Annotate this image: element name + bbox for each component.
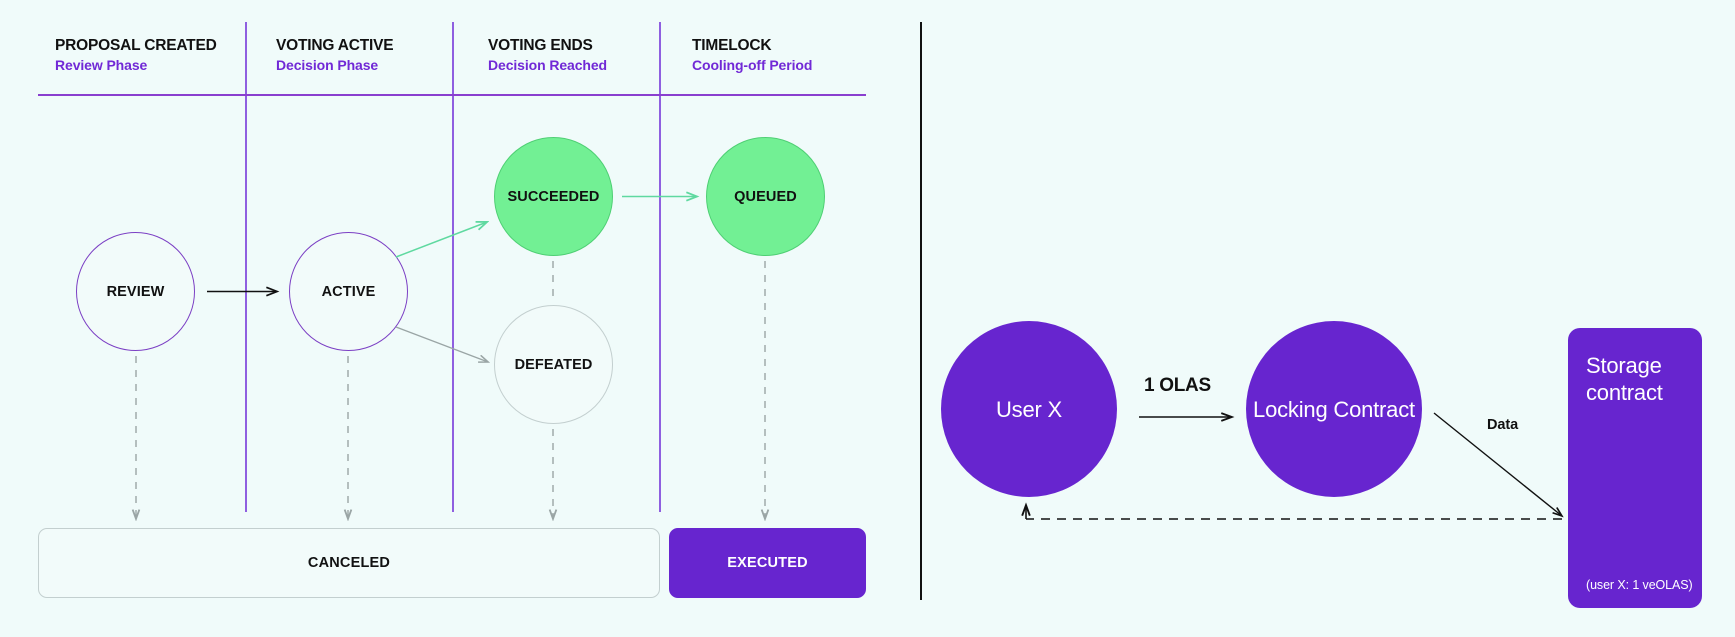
phase-title: PROPOSAL CREATED — [55, 37, 217, 54]
state-node-label: REVIEW — [106, 283, 165, 300]
edge-caption-data: Data — [1487, 417, 1519, 433]
panel-separator — [920, 22, 922, 600]
phase-header-voting-active: VOTING ACTIVE Decision Phase — [276, 36, 394, 75]
phase-header-timelock: TIMELOCK Cooling-off Period — [692, 36, 812, 75]
state-node-label: QUEUED — [734, 188, 797, 205]
phase-subtitle: Cooling-off Period — [692, 57, 813, 73]
terminal-label: CANCELED — [307, 555, 391, 571]
state-node-queued[interactable]: QUEUED — [706, 137, 825, 256]
phase-subtitle: Review Phase — [55, 57, 148, 73]
diagram-canvas: PROPOSAL CREATED Review Phase VOTING ACT… — [0, 0, 1735, 637]
terminal-label: EXECUTED — [727, 555, 808, 571]
phase-divider-2 — [452, 22, 454, 512]
state-node-label: DEFEATED — [514, 356, 593, 373]
state-node-defeated[interactable]: DEFEATED — [494, 305, 613, 424]
state-node-label: ACTIVE — [321, 283, 376, 300]
state-node-label: SUCCEEDED — [507, 188, 600, 205]
phase-header-voting-ends: VOTING ENDS Decision Reached — [488, 36, 607, 75]
phase-divider-3 — [659, 22, 661, 512]
terminal-canceled[interactable]: CANCELED — [38, 528, 660, 598]
state-node-succeeded[interactable]: SUCCEEDED — [494, 137, 613, 256]
storage-contract-footnote: (user X: 1 veOLAS) — [1586, 578, 1693, 592]
state-node-review[interactable]: REVIEW — [76, 232, 195, 351]
flow-node-storage-contract[interactable]: Storage contract (user X: 1 veOLAS) — [1568, 328, 1702, 608]
flow-node-label: Storage contract — [1586, 353, 1663, 405]
flow-node-user-x[interactable]: User X — [941, 321, 1117, 497]
phase-subtitle: Decision Reached — [488, 57, 607, 73]
state-node-active[interactable]: ACTIVE — [289, 232, 408, 351]
phase-subtitle: Decision Phase — [276, 57, 379, 73]
phase-divider-1 — [245, 22, 247, 512]
flow-node-label: Locking Contract — [1253, 396, 1415, 422]
terminal-executed[interactable]: EXECUTED — [669, 528, 866, 598]
edge-active-to-succeeded — [395, 222, 487, 258]
phase-title: VOTING ACTIVE — [276, 37, 394, 54]
flow-node-locking-contract[interactable]: Locking Contract — [1246, 321, 1422, 497]
flow-node-label: User X — [995, 396, 1063, 422]
edge-caption-1-olas: 1 OLAS — [1144, 375, 1211, 396]
phase-header-rule — [38, 94, 866, 96]
phase-title: TIMELOCK — [692, 37, 772, 54]
edge-active-to-defeated — [395, 326, 488, 362]
phase-header-proposal-created: PROPOSAL CREATED Review Phase — [55, 36, 217, 75]
phase-title: VOTING ENDS — [488, 37, 593, 54]
